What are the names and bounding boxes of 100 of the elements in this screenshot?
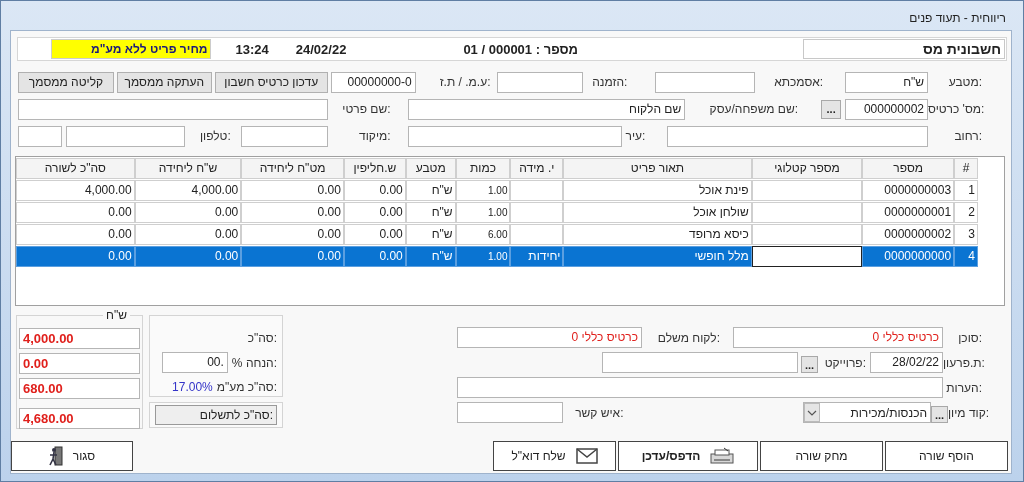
item-number-cell[interactable]: 0000000000	[862, 246, 955, 267]
currency-field[interactable]: ש"ח	[845, 71, 929, 93]
action-button[interactable]: עדכון כרטיס חשבון	[214, 71, 328, 93]
unit-cell[interactable]: יחידות	[510, 246, 564, 267]
foreign-price-cell[interactable]: 0.00	[241, 180, 344, 201]
foreign-price-cell[interactable]: 0.00	[241, 224, 344, 245]
unit-cell[interactable]	[510, 202, 564, 223]
column-header[interactable]: ש.חליפין	[343, 158, 406, 179]
print-button[interactable]: הדפס/עדכן	[618, 441, 758, 471]
exchange-rate-cell[interactable]: 0.00	[343, 180, 406, 201]
quantity-cell[interactable]: 1.00	[455, 246, 511, 267]
discount-rate-field[interactable]: .00	[161, 352, 228, 373]
field-label: טלפון:	[198, 129, 232, 143]
close-button[interactable]: סגור	[11, 441, 133, 471]
field-label: קוד מיון:	[948, 405, 990, 420]
column-header[interactable]: כמות	[455, 158, 511, 179]
quantity-cell[interactable]: 1.00	[455, 202, 511, 223]
unit-price-cell[interactable]: 0.00	[134, 224, 242, 245]
line-total-cell[interactable]: 0.00	[16, 202, 135, 223]
field-label: שם משפחה/עסק:	[708, 102, 800, 116]
description-cell[interactable]: מלל חופשי	[563, 246, 752, 267]
description-cell[interactable]: שולחן אוכל	[563, 202, 752, 223]
lookup-button[interactable]: ...	[821, 99, 842, 119]
catalog-number-cell[interactable]	[751, 246, 863, 267]
line-total-cell[interactable]: 0.00	[16, 224, 135, 245]
currency-cell[interactable]: ש"ח	[405, 180, 456, 201]
reference-field[interactable]	[655, 71, 756, 93]
agent-field[interactable]: כרטיס כללי 0	[733, 327, 943, 348]
due-date-field[interactable]: 28/02/22	[870, 352, 943, 373]
column-header[interactable]: י. מידה	[510, 158, 564, 179]
unit-price-cell[interactable]: 4,000.00	[134, 180, 242, 201]
contact-field[interactable]	[457, 402, 563, 423]
currency-cell[interactable]: ש"ח	[405, 202, 456, 223]
line-total-cell[interactable]: 4,000.00	[16, 180, 135, 201]
quantity-cell[interactable]: 1.00	[455, 180, 511, 201]
field-label: שם פרטי:	[341, 102, 392, 116]
order-field[interactable]	[497, 71, 584, 93]
email-button[interactable]: שלח דוא"ל	[493, 441, 616, 471]
unit-price-cell[interactable]: 0.00	[134, 246, 242, 267]
quantity-cell[interactable]: 6.00	[455, 224, 511, 245]
column-header[interactable]: מספר קטלוגי	[751, 158, 863, 179]
card-number-field[interactable]: 000000002	[845, 98, 928, 120]
column-header[interactable]: מספר	[862, 158, 955, 179]
lookup-button[interactable]: ...	[801, 356, 818, 373]
field-label: רחוב:	[953, 129, 983, 143]
project-field[interactable]	[602, 352, 798, 373]
row-number[interactable]: 2	[954, 202, 978, 223]
currency-cell[interactable]: ש"ח	[405, 246, 456, 267]
exchange-rate-cell[interactable]: 0.00	[343, 224, 406, 245]
column-header[interactable]: #	[954, 158, 978, 179]
currency-legend: ש"ח	[103, 308, 130, 322]
action-button[interactable]: העתקה ממסמך	[116, 71, 212, 93]
document-type-field[interactable]: חשבונית מס	[803, 39, 1005, 59]
item-number-cell[interactable]: 0000000002	[862, 224, 955, 245]
foreign-price-cell[interactable]: 0.00	[241, 246, 344, 267]
row-button[interactable]: מחק שורה	[760, 441, 883, 471]
last-name-field[interactable]: שם הלקוח	[407, 98, 686, 120]
exchange-rate-cell[interactable]: 0.00	[343, 202, 406, 223]
field-label: עיר:	[624, 129, 647, 143]
vat-value: 680.00	[19, 378, 140, 399]
tax-id-field[interactable]: 00000000-0	[330, 71, 416, 93]
field-label: ע.מ. / ת.ז:	[438, 75, 492, 89]
action-button[interactable]: קליטה ממסמך	[18, 71, 114, 93]
unit-price-cell[interactable]: 0.00	[134, 202, 242, 223]
field-label: מטבע:	[947, 75, 983, 89]
description-cell[interactable]: כיסא מרופד	[563, 224, 752, 245]
paying-customer-field[interactable]: כרטיס כללי 0	[457, 327, 642, 348]
field-label: מיקוד:	[358, 129, 392, 143]
column-header[interactable]: מטבע	[405, 158, 456, 179]
city-field[interactable]	[407, 125, 623, 147]
first-name-field[interactable]	[18, 98, 328, 120]
currency-cell[interactable]: ש"ח	[405, 224, 456, 245]
unit-cell[interactable]	[510, 180, 564, 201]
exchange-rate-cell[interactable]: 0.00	[343, 246, 406, 267]
item-number-cell[interactable]: 0000000003	[862, 180, 955, 201]
unit-cell[interactable]	[510, 224, 564, 245]
sort-code-dropdown[interactable]: הכנסות/מכירות	[803, 402, 932, 423]
payable-value: 4,680.00	[19, 408, 140, 429]
zip-field[interactable]	[240, 125, 328, 147]
row-number[interactable]: 1	[954, 180, 978, 201]
line-total-cell[interactable]: 0.00	[16, 246, 135, 267]
item-number-cell[interactable]: 0000000001	[862, 202, 955, 223]
row-number[interactable]: 3	[954, 224, 978, 245]
foreign-price-cell[interactable]: 0.00	[241, 202, 344, 223]
phone-prefix-field[interactable]	[18, 125, 62, 147]
field-label: הזמנה:	[591, 75, 629, 89]
column-header[interactable]: תאור פריט	[563, 158, 752, 179]
notes-field[interactable]	[457, 377, 943, 398]
street-field[interactable]	[667, 125, 929, 147]
column-header[interactable]: סה"כ לשורה	[16, 158, 135, 179]
row-number[interactable]: 4	[954, 246, 978, 267]
column-header[interactable]: מט"ח ליחידה	[241, 158, 344, 179]
lookup-button[interactable]: ...	[931, 406, 948, 423]
row-button[interactable]: הוסף שורה	[885, 441, 1008, 471]
field-label: פרוייקט:	[823, 355, 867, 370]
vat-rate: 17.00%	[172, 379, 213, 394]
column-header[interactable]: ש"ח ליחידה	[134, 158, 242, 179]
description-cell[interactable]: פינת אוכל	[563, 180, 752, 201]
phone-field[interactable]	[65, 125, 185, 147]
total-label: סה"כ:	[247, 331, 277, 346]
